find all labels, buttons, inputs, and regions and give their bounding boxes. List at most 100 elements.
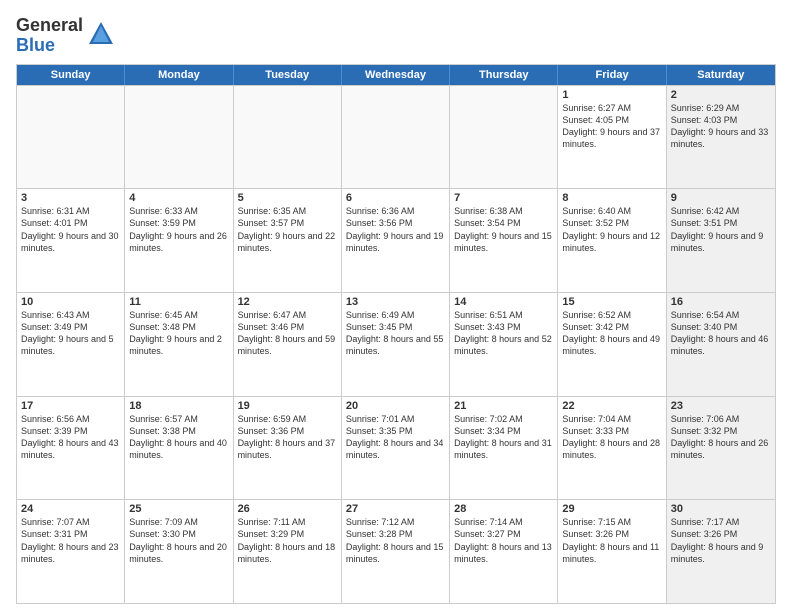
day-info: Sunrise: 6:59 AM Sunset: 3:36 PM Dayligh… <box>238 413 337 462</box>
day-number: 14 <box>454 296 553 308</box>
day-info: Sunrise: 6:54 AM Sunset: 3:40 PM Dayligh… <box>671 309 771 358</box>
calendar-cell: 13Sunrise: 6:49 AM Sunset: 3:45 PM Dayli… <box>342 293 450 396</box>
day-number: 12 <box>238 296 337 308</box>
day-info: Sunrise: 6:43 AM Sunset: 3:49 PM Dayligh… <box>21 309 120 358</box>
calendar-cell: 12Sunrise: 6:47 AM Sunset: 3:46 PM Dayli… <box>234 293 342 396</box>
day-info: Sunrise: 7:02 AM Sunset: 3:34 PM Dayligh… <box>454 413 553 462</box>
calendar-cell <box>17 86 125 189</box>
calendar-cell: 27Sunrise: 7:12 AM Sunset: 3:28 PM Dayli… <box>342 500 450 603</box>
day-number: 29 <box>562 503 661 515</box>
day-number: 13 <box>346 296 445 308</box>
logo: General Blue <box>16 16 115 56</box>
day-number: 27 <box>346 503 445 515</box>
calendar-cell: 20Sunrise: 7:01 AM Sunset: 3:35 PM Dayli… <box>342 397 450 500</box>
header-day: Wednesday <box>342 65 450 85</box>
header-day: Monday <box>125 65 233 85</box>
calendar-cell: 23Sunrise: 7:06 AM Sunset: 3:32 PM Dayli… <box>667 397 775 500</box>
calendar-row: 1Sunrise: 6:27 AM Sunset: 4:05 PM Daylig… <box>17 85 775 189</box>
day-info: Sunrise: 7:04 AM Sunset: 3:33 PM Dayligh… <box>562 413 661 462</box>
day-number: 9 <box>671 192 771 204</box>
day-info: Sunrise: 6:29 AM Sunset: 4:03 PM Dayligh… <box>671 102 771 151</box>
calendar-cell: 1Sunrise: 6:27 AM Sunset: 4:05 PM Daylig… <box>558 86 666 189</box>
day-number: 17 <box>21 400 120 412</box>
calendar-cell: 25Sunrise: 7:09 AM Sunset: 3:30 PM Dayli… <box>125 500 233 603</box>
day-number: 15 <box>562 296 661 308</box>
calendar-cell: 18Sunrise: 6:57 AM Sunset: 3:38 PM Dayli… <box>125 397 233 500</box>
calendar-cell: 19Sunrise: 6:59 AM Sunset: 3:36 PM Dayli… <box>234 397 342 500</box>
calendar-cell: 3Sunrise: 6:31 AM Sunset: 4:01 PM Daylig… <box>17 189 125 292</box>
day-number: 2 <box>671 89 771 101</box>
calendar-cell: 15Sunrise: 6:52 AM Sunset: 3:42 PM Dayli… <box>558 293 666 396</box>
day-info: Sunrise: 6:40 AM Sunset: 3:52 PM Dayligh… <box>562 205 661 254</box>
calendar-cell <box>342 86 450 189</box>
day-number: 5 <box>238 192 337 204</box>
calendar-cell <box>450 86 558 189</box>
calendar-cell: 6Sunrise: 6:36 AM Sunset: 3:56 PM Daylig… <box>342 189 450 292</box>
day-info: Sunrise: 7:09 AM Sunset: 3:30 PM Dayligh… <box>129 516 228 565</box>
day-number: 21 <box>454 400 553 412</box>
day-number: 1 <box>562 89 661 101</box>
calendar-cell: 30Sunrise: 7:17 AM Sunset: 3:26 PM Dayli… <box>667 500 775 603</box>
day-number: 25 <box>129 503 228 515</box>
page: General Blue SundayMondayTuesdayWednesda… <box>0 0 792 612</box>
day-number: 18 <box>129 400 228 412</box>
calendar-cell: 4Sunrise: 6:33 AM Sunset: 3:59 PM Daylig… <box>125 189 233 292</box>
calendar-cell: 29Sunrise: 7:15 AM Sunset: 3:26 PM Dayli… <box>558 500 666 603</box>
day-info: Sunrise: 6:49 AM Sunset: 3:45 PM Dayligh… <box>346 309 445 358</box>
day-info: Sunrise: 7:15 AM Sunset: 3:26 PM Dayligh… <box>562 516 661 565</box>
day-number: 8 <box>562 192 661 204</box>
calendar-cell: 11Sunrise: 6:45 AM Sunset: 3:48 PM Dayli… <box>125 293 233 396</box>
day-info: Sunrise: 7:14 AM Sunset: 3:27 PM Dayligh… <box>454 516 553 565</box>
calendar-cell: 26Sunrise: 7:11 AM Sunset: 3:29 PM Dayli… <box>234 500 342 603</box>
calendar-cell: 8Sunrise: 6:40 AM Sunset: 3:52 PM Daylig… <box>558 189 666 292</box>
day-info: Sunrise: 6:38 AM Sunset: 3:54 PM Dayligh… <box>454 205 553 254</box>
calendar-cell: 10Sunrise: 6:43 AM Sunset: 3:49 PM Dayli… <box>17 293 125 396</box>
calendar-cell: 24Sunrise: 7:07 AM Sunset: 3:31 PM Dayli… <box>17 500 125 603</box>
calendar-cell: 14Sunrise: 6:51 AM Sunset: 3:43 PM Dayli… <box>450 293 558 396</box>
day-info: Sunrise: 7:07 AM Sunset: 3:31 PM Dayligh… <box>21 516 120 565</box>
calendar-cell: 16Sunrise: 6:54 AM Sunset: 3:40 PM Dayli… <box>667 293 775 396</box>
calendar-header: SundayMondayTuesdayWednesdayThursdayFrid… <box>17 65 775 85</box>
logo-general: General <box>16 15 83 35</box>
day-info: Sunrise: 6:31 AM Sunset: 4:01 PM Dayligh… <box>21 205 120 254</box>
logo-icon <box>87 20 115 48</box>
day-info: Sunrise: 6:36 AM Sunset: 3:56 PM Dayligh… <box>346 205 445 254</box>
calendar-cell <box>234 86 342 189</box>
day-info: Sunrise: 6:47 AM Sunset: 3:46 PM Dayligh… <box>238 309 337 358</box>
header-day: Tuesday <box>234 65 342 85</box>
day-number: 23 <box>671 400 771 412</box>
header-day: Friday <box>558 65 666 85</box>
day-info: Sunrise: 6:52 AM Sunset: 3:42 PM Dayligh… <box>562 309 661 358</box>
day-number: 7 <box>454 192 553 204</box>
day-info: Sunrise: 6:45 AM Sunset: 3:48 PM Dayligh… <box>129 309 228 358</box>
day-info: Sunrise: 6:33 AM Sunset: 3:59 PM Dayligh… <box>129 205 228 254</box>
day-info: Sunrise: 7:12 AM Sunset: 3:28 PM Dayligh… <box>346 516 445 565</box>
logo-blue: Blue <box>16 35 55 55</box>
calendar-cell: 22Sunrise: 7:04 AM Sunset: 3:33 PM Dayli… <box>558 397 666 500</box>
day-info: Sunrise: 6:57 AM Sunset: 3:38 PM Dayligh… <box>129 413 228 462</box>
calendar-row: 24Sunrise: 7:07 AM Sunset: 3:31 PM Dayli… <box>17 499 775 603</box>
day-number: 16 <box>671 296 771 308</box>
day-number: 6 <box>346 192 445 204</box>
day-number: 26 <box>238 503 337 515</box>
day-number: 10 <box>21 296 120 308</box>
calendar-cell: 28Sunrise: 7:14 AM Sunset: 3:27 PM Dayli… <box>450 500 558 603</box>
day-info: Sunrise: 6:51 AM Sunset: 3:43 PM Dayligh… <box>454 309 553 358</box>
calendar-cell <box>125 86 233 189</box>
day-info: Sunrise: 6:56 AM Sunset: 3:39 PM Dayligh… <box>21 413 120 462</box>
calendar-row: 3Sunrise: 6:31 AM Sunset: 4:01 PM Daylig… <box>17 188 775 292</box>
day-info: Sunrise: 7:01 AM Sunset: 3:35 PM Dayligh… <box>346 413 445 462</box>
day-info: Sunrise: 7:17 AM Sunset: 3:26 PM Dayligh… <box>671 516 771 565</box>
calendar-cell: 9Sunrise: 6:42 AM Sunset: 3:51 PM Daylig… <box>667 189 775 292</box>
day-number: 11 <box>129 296 228 308</box>
calendar-cell: 17Sunrise: 6:56 AM Sunset: 3:39 PM Dayli… <box>17 397 125 500</box>
calendar-cell: 5Sunrise: 6:35 AM Sunset: 3:57 PM Daylig… <box>234 189 342 292</box>
calendar-cell: 7Sunrise: 6:38 AM Sunset: 3:54 PM Daylig… <box>450 189 558 292</box>
day-number: 24 <box>21 503 120 515</box>
day-info: Sunrise: 6:35 AM Sunset: 3:57 PM Dayligh… <box>238 205 337 254</box>
calendar-cell: 2Sunrise: 6:29 AM Sunset: 4:03 PM Daylig… <box>667 86 775 189</box>
header-day: Sunday <box>17 65 125 85</box>
day-number: 22 <box>562 400 661 412</box>
day-info: Sunrise: 6:42 AM Sunset: 3:51 PM Dayligh… <box>671 205 771 254</box>
header-day: Saturday <box>667 65 775 85</box>
